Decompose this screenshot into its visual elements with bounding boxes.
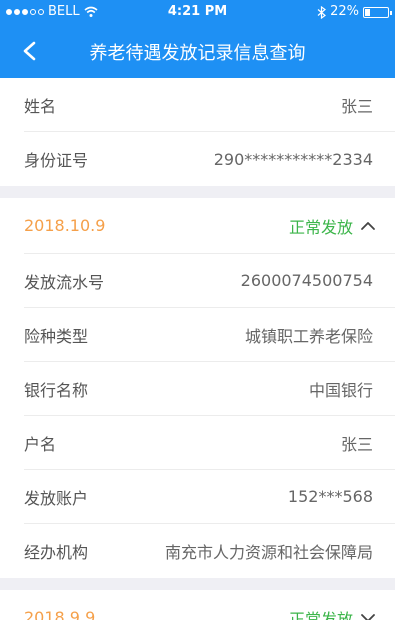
section-divider (0, 186, 395, 198)
header-bar: BELL 4:21 PM 22% 养老待遇发放记录信息查询 (0, 0, 395, 78)
field-label: 银行名称 (24, 380, 89, 400)
battery-level (365, 8, 370, 16)
nav-bar: 养老待遇发放记录信息查询 (0, 24, 395, 78)
record-status: 正常发放 (288, 609, 353, 620)
field-label: 发放流水号 (24, 272, 105, 292)
info-value: 290***********2334 (213, 149, 373, 169)
record-header[interactable]: 2018.9.9 正常发放 (24, 590, 395, 620)
chevron-up-icon[interactable] (359, 217, 377, 235)
battery-percent: 22% (330, 4, 359, 19)
info-row-id: 身份证号 290***********2334 (24, 132, 395, 186)
bluetooth-icon (317, 5, 327, 19)
person-info-card: 姓名 张三 身份证号 290***********2334 (0, 78, 395, 186)
record-field-row: 银行名称 中国银行 (24, 362, 395, 416)
record-header[interactable]: 2018.10.9 正常发放 (24, 198, 395, 254)
field-value: 城镇职工养老保险 (244, 326, 373, 346)
record-date: 2018.9.9 (24, 608, 96, 620)
info-row-name: 姓名 张三 (24, 78, 395, 132)
status-bar: BELL 4:21 PM 22% (0, 0, 395, 24)
field-value: 中国银行 (308, 380, 373, 400)
info-label: 身份证号 (24, 151, 89, 170)
field-value: 152***568 (287, 487, 373, 506)
page-title: 养老待遇发放记录信息查询 (89, 43, 306, 64)
record-card-collapsed: 2018.9.9 正常发放 (0, 590, 395, 620)
record-field-row: 户名 张三 (24, 416, 395, 470)
record-field-row: 发放账户 152***568 (24, 470, 395, 524)
record-field-row: 发放流水号 2600074500754 (24, 254, 395, 308)
info-value: 张三 (340, 96, 373, 116)
record-field-row: 险种类型 城镇职工养老保险 (24, 308, 395, 362)
field-label: 经办机构 (24, 543, 89, 562)
record-card: 2018.10.9 正常发放 发放流水号 2600074500754 险种类型 … (0, 198, 395, 578)
page-content: 姓名 张三 身份证号 290***********2334 2018.10.9 … (0, 78, 395, 620)
field-label: 发放账户 (24, 488, 89, 508)
record-date: 2018.10.9 (24, 216, 106, 235)
field-value: 张三 (340, 434, 373, 454)
record-field-row: 经办机构 南充市人力资源和社会保障局 (24, 524, 395, 578)
battery-icon (363, 6, 392, 18)
field-label: 险种类型 (24, 326, 89, 346)
field-label: 户名 (24, 434, 57, 454)
info-label: 姓名 (24, 96, 57, 116)
field-value: 2600074500754 (240, 271, 373, 290)
section-divider (0, 578, 395, 590)
field-value: 南充市人力资源和社会保障局 (164, 543, 373, 562)
record-status: 正常发放 (288, 217, 353, 237)
chevron-down-icon[interactable] (359, 609, 377, 620)
